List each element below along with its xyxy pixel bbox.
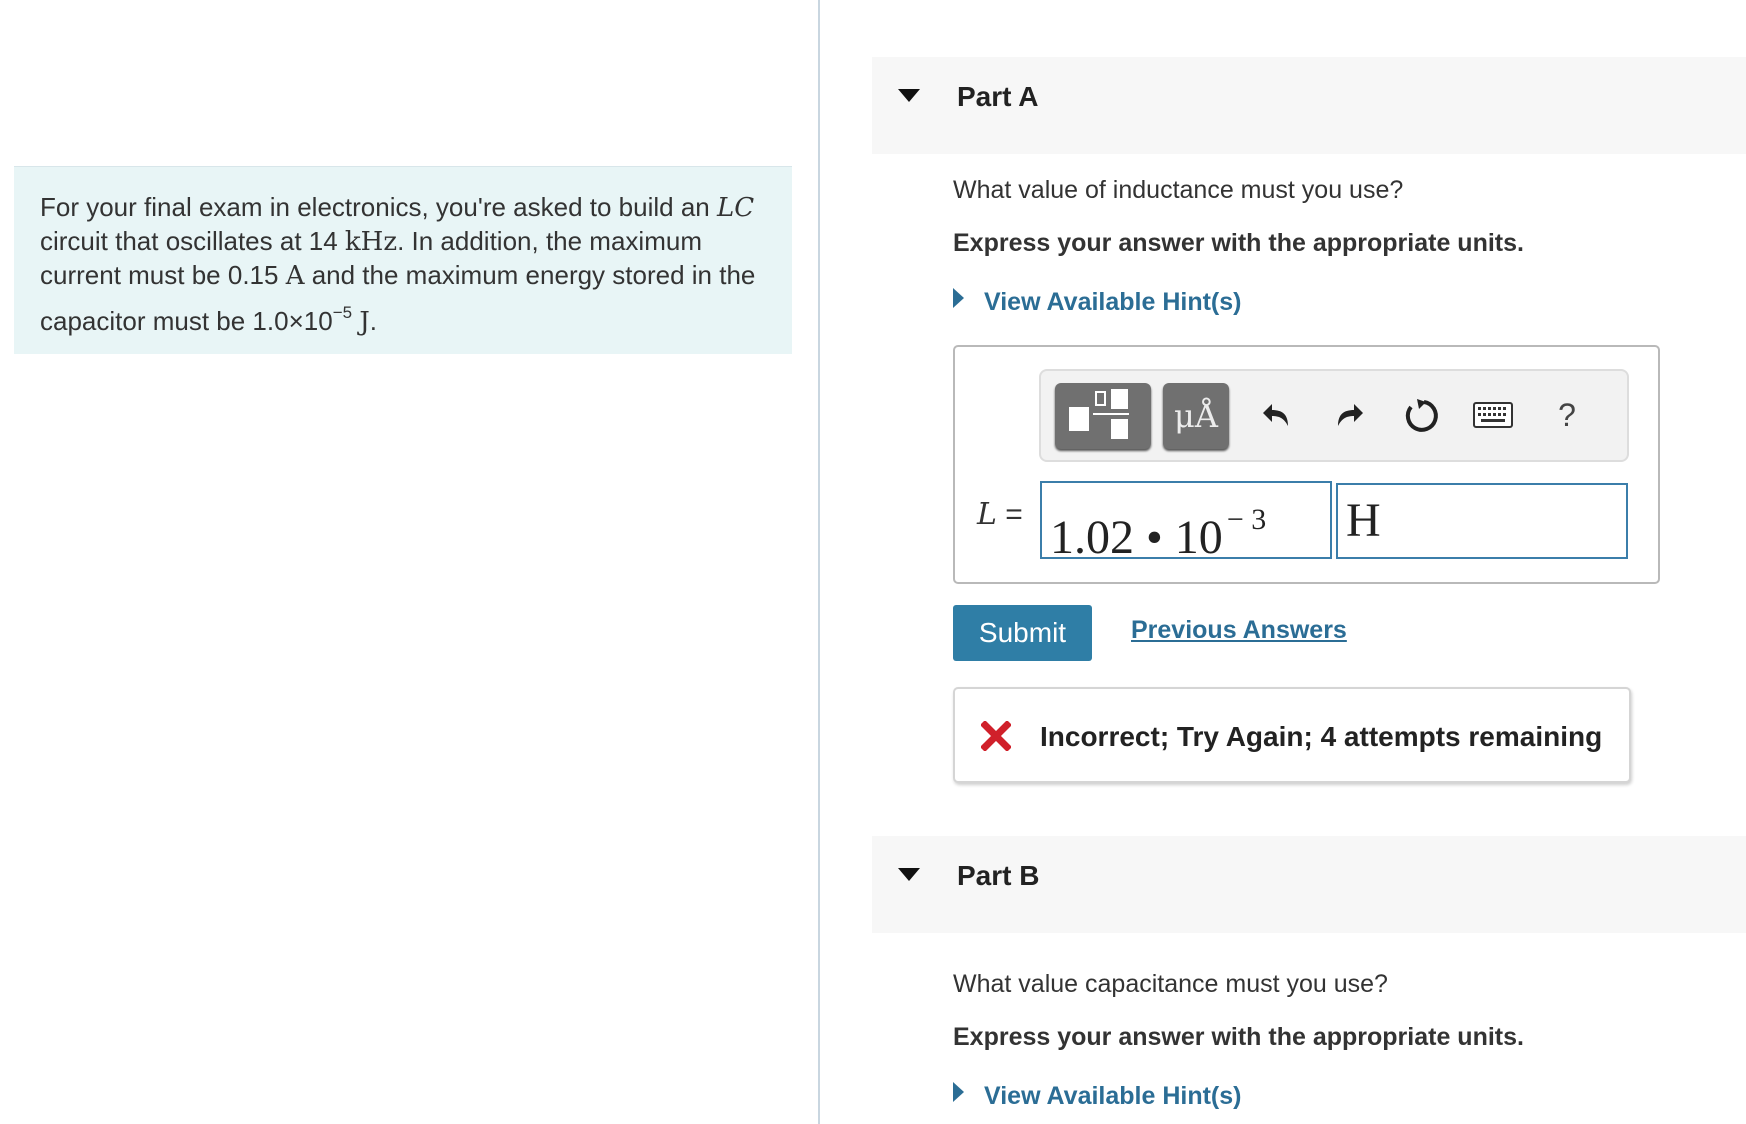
part-b-hint-toggle[interactable]: View Available Hint(s) [953,1082,1241,1111]
exponent: −5 [332,303,353,322]
unit-j: J [359,307,370,337]
variable-symbol: L [977,497,997,532]
pane-divider [818,0,820,1124]
part-a-header[interactable]: Part A [872,57,1746,154]
part-b-title: Part B [957,860,1040,891]
unit-input[interactable]: H [1336,483,1628,559]
incorrect-x-icon [980,720,1012,756]
part-a-question: What value of inductance must you use? [953,176,1404,204]
fraction-line-icon [1093,413,1129,415]
problem-line-4: capacitor must be 1.0×10−5 J. [40,296,766,339]
problem-line-1: For your final exam in electronics, you'… [40,191,766,225]
answer-box: μÅ ? L = 1.02 • 10− 3 H [953,345,1660,584]
collapse-triangle-icon[interactable] [898,868,920,881]
template-box-icon [1111,389,1128,409]
templates-button[interactable] [1055,383,1151,449]
value-mantissa: 1.02 • 10 [1050,511,1223,559]
feedback-box: Incorrect; Try Again; 4 attempts remaini… [953,687,1631,783]
problem-text: capacitor must be 1.0×10 [40,306,333,336]
problem-text: current must be 0.15 [40,260,286,290]
keyboard-icon[interactable] [1469,389,1517,441]
value-exponent: − 3 [1226,503,1267,536]
reset-icon[interactable] [1397,389,1445,441]
unit-khz: kHz [344,227,398,257]
template-box-icon [1095,391,1106,406]
help-button[interactable]: ? [1543,389,1591,441]
template-box-icon [1111,419,1128,439]
lc-symbol: LC [716,193,755,223]
redo-icon[interactable] [1325,389,1373,441]
problem-statement: For your final exam in electronics, you'… [14,166,792,354]
submit-button[interactable]: Submit [953,605,1092,661]
unit-a: A [285,261,305,291]
hint-label: View Available Hint(s) [984,288,1242,316]
variable-label: L = [977,497,1023,532]
expand-triangle-icon [953,288,964,308]
problem-text: and the maximum energy stored in the [304,260,756,290]
undo-icon[interactable] [1253,389,1301,441]
value-input[interactable]: 1.02 • 10− 3 [1040,481,1332,559]
problem-line-2: circuit that oscillates at 14 kHz. In ad… [40,225,766,259]
problem-text: For your final exam in electronics, you'… [40,192,717,222]
part-b-instruction: Express your answer with the appropriate… [953,1023,1524,1051]
previous-answers-link[interactable]: Previous Answers [1131,616,1347,645]
collapse-triangle-icon[interactable] [898,89,920,102]
template-box-icon [1069,407,1089,431]
feedback-message: Incorrect; Try Again; 4 attempts remaini… [1040,721,1603,752]
hint-label: View Available Hint(s) [984,1082,1242,1110]
problem-text: circuit that oscillates at 14 [40,226,345,256]
part-a-instruction: Express your answer with the appropriate… [953,229,1524,257]
problem-line-3: current must be 0.15 A and the maximum e… [40,259,766,293]
units-button[interactable]: μÅ [1163,383,1229,449]
part-a-hint-toggle[interactable]: View Available Hint(s) [953,288,1241,317]
expand-triangle-icon [953,1082,964,1102]
part-b-header[interactable]: Part B [872,836,1746,933]
math-toolbar: μÅ ? [1039,369,1629,462]
problem-text: . [369,306,377,336]
equals-sign: = [1005,498,1023,531]
part-a-title: Part A [957,81,1039,112]
problem-text: . In addition, the maximum [397,226,702,256]
part-b-question: What value capacitance must you use? [953,970,1388,998]
